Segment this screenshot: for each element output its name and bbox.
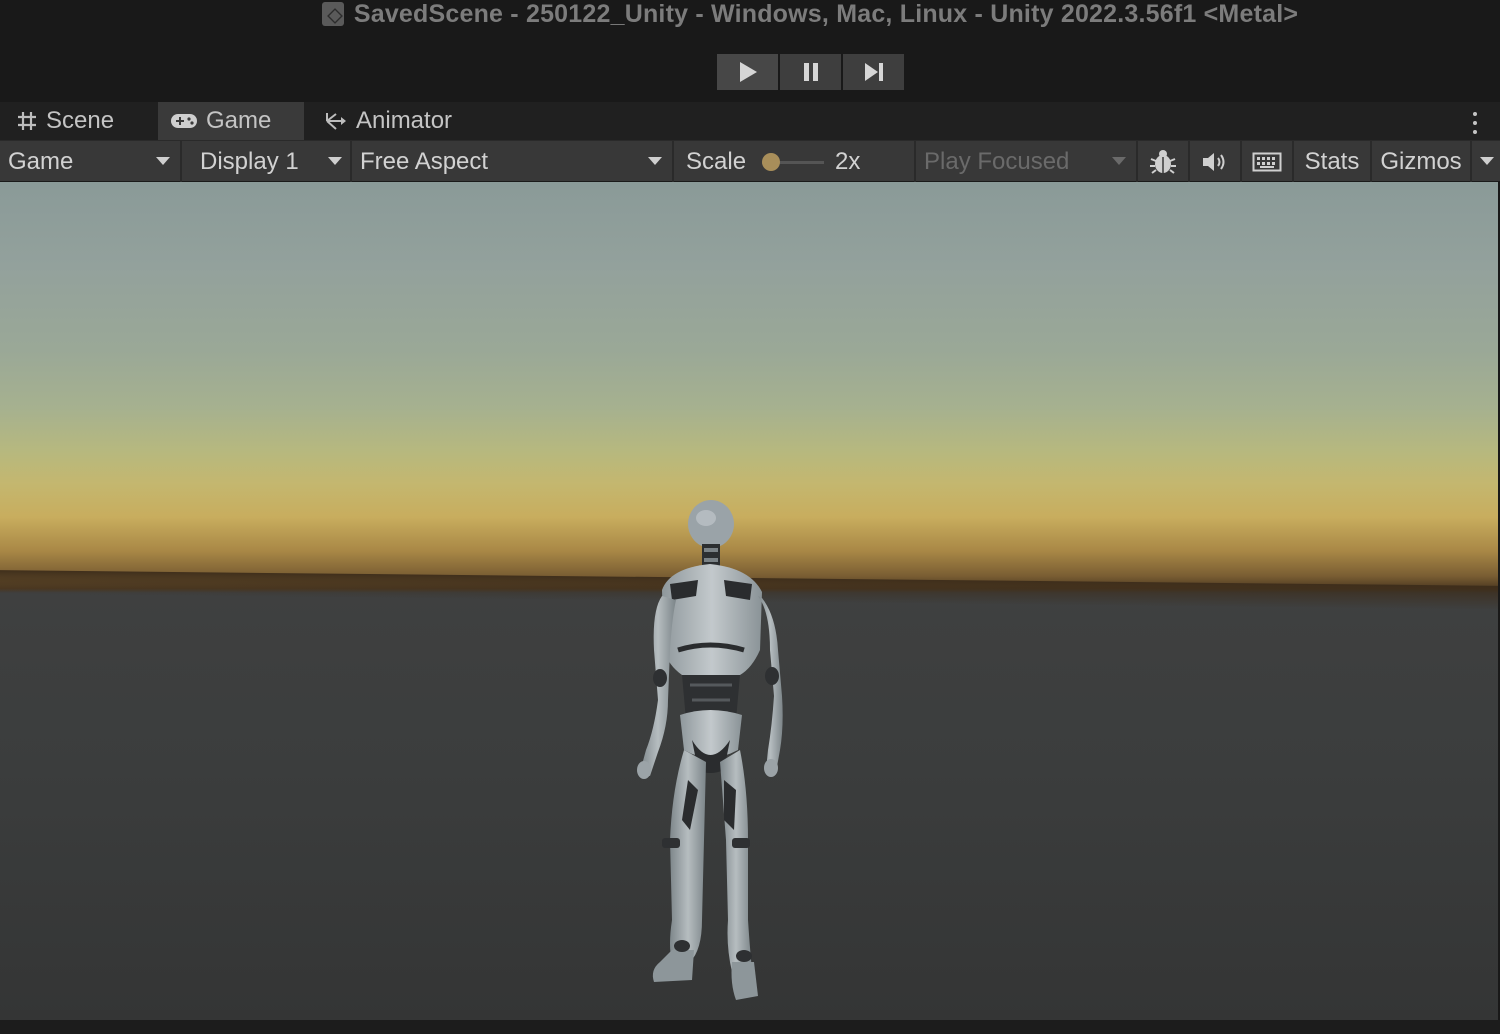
window-title: SavedScene - 250122_Unity - Windows, Mac… <box>353 0 1299 28</box>
bug-icon <box>1150 149 1176 174</box>
tab-scene[interactable]: Scene <box>0 102 156 140</box>
pause-button[interactable] <box>780 54 841 90</box>
scale-label: Scale <box>686 147 747 175</box>
tab-game[interactable]: Game <box>158 102 304 140</box>
stats-button[interactable]: Stats <box>1294 141 1370 182</box>
debug-toggle[interactable] <box>1138 141 1188 182</box>
game-view-toolbar: Game Display 1 Free Aspect Scale 2x Play… <box>0 140 1500 182</box>
pause-icon <box>803 63 818 81</box>
unity-document-icon <box>321 2 344 26</box>
scale-value: 2x <box>835 147 861 175</box>
gizmos-button[interactable]: Gizmos <box>1372 141 1470 182</box>
toolbar-divider <box>672 141 674 182</box>
view-mode-dropdown[interactable]: Game <box>0 141 180 182</box>
mute-audio-toggle[interactable] <box>1190 141 1240 182</box>
animator-icon <box>324 110 348 132</box>
keyboard-icon <box>1252 152 1282 171</box>
robot-character <box>637 500 783 1000</box>
chevron-down-icon <box>648 157 662 165</box>
title-bar: SavedScene - 250122_Unity - Windows, Mac… <box>0 0 1500 28</box>
shortcuts-toggle[interactable] <box>1242 141 1292 182</box>
tab-animator[interactable]: Animator <box>306 102 476 140</box>
bottom-status-strip <box>0 1020 1500 1034</box>
audio-icon <box>1203 152 1225 171</box>
game-viewport[interactable] <box>0 182 1498 1020</box>
unity-editor-window: SavedScene - 250122_Unity - Windows, Mac… <box>0 0 1500 1034</box>
step-icon <box>864 63 883 81</box>
title-wrap: SavedScene - 250122_Unity - Windows, Mac… <box>321 0 1299 29</box>
chevron-down-icon <box>328 157 342 165</box>
play-mode-dropdown[interactable]: Play Focused <box>916 141 1136 182</box>
gizmos-dropdown[interactable] <box>1472 141 1500 182</box>
play-icon <box>739 62 757 82</box>
play-controls <box>717 54 904 90</box>
step-button[interactable] <box>843 54 904 90</box>
chevron-down-icon <box>1112 157 1126 165</box>
display-dropdown[interactable]: Display 1 <box>182 141 350 182</box>
chevron-down-icon <box>1480 157 1494 165</box>
scene-grid-icon <box>16 110 38 132</box>
scale-slider-thumb[interactable] <box>762 153 780 171</box>
scale-slider[interactable] <box>762 153 824 171</box>
gamepad-icon <box>170 112 198 130</box>
play-button[interactable] <box>717 54 778 90</box>
chevron-down-icon <box>156 157 170 165</box>
aspect-label: Free Aspect <box>360 147 489 175</box>
aspect-dropdown[interactable]: Free Aspect <box>352 141 672 182</box>
tab-game-label: Game <box>206 107 272 134</box>
display-label: Display 1 <box>200 147 299 175</box>
tab-strip: Scene Game Animator <box>0 102 1500 140</box>
tab-animator-label: Animator <box>356 107 453 134</box>
play-focused-label: Play Focused <box>924 147 1070 175</box>
more-options-icon[interactable] <box>1472 112 1478 134</box>
view-mode-label: Game <box>8 147 74 175</box>
tab-scene-label: Scene <box>46 107 115 134</box>
